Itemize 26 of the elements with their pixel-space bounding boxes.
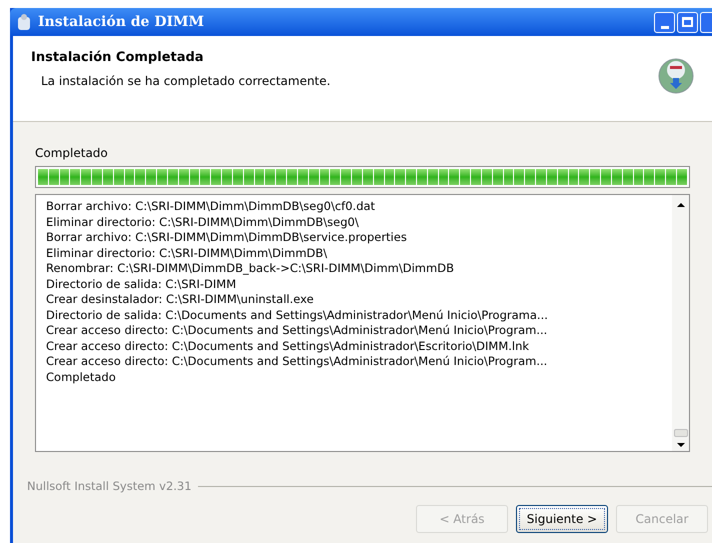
log-line: Crear acceso directo: C:\Documents and Settings\Administrador\Escritorio\DIMM.lnk xyxy=(46,338,530,354)
log-line: Crear acceso directo: C:\Documents and Settings\Administrador\Menú Inicio\Program... xyxy=(46,354,548,370)
scroll-thumb[interactable] xyxy=(674,429,688,437)
log-line: Directorio de salida: C:\SRI-DIMM xyxy=(46,276,238,292)
log-line: Crear desinstalador: C:\SRI-DIMM\uninstall.exe xyxy=(46,292,315,308)
install-disc-icon xyxy=(658,58,694,94)
log-line: Directorio de salida: C:\Documents and Settings\Administrador\Menú Inicio\Programa... xyxy=(46,308,549,323)
log-line: Eliminar directorio: C:\SRI-DIMM\Dimm\DimmDB\ xyxy=(46,246,328,261)
window-title: Instalación de DIMM xyxy=(38,12,204,32)
scrollbar[interactable] xyxy=(672,195,689,451)
scroll-up-icon[interactable] xyxy=(676,203,684,207)
log-line: Borrar archivo: C:\SRI-DIMM\Dimm\DimmDB\service.properties xyxy=(46,230,408,246)
progress-label: Completado xyxy=(35,145,109,162)
log-line: Borrar archivo: C:\SRI-DIMM\Dimm\DimmDB\seg0\cf0.dat xyxy=(46,199,376,214)
scroll-down-icon[interactable] xyxy=(676,443,684,447)
installer-icon xyxy=(16,13,32,31)
header-subtitle: La instalación se ha completado correctamente. xyxy=(41,72,330,90)
minimize-button[interactable] xyxy=(654,12,675,32)
log-line: Renombrar: C:\SRI-DIMM\DimmDB_back->C:\SRI-DIMM\Dimm\DimmDB xyxy=(46,261,455,276)
header-title: Instalación Completada xyxy=(31,49,205,67)
branding-label: Nullsoft Install System v2.31 xyxy=(27,478,192,495)
log-line: Completado xyxy=(46,370,117,385)
dialog-button[interactable]: Siguiente > xyxy=(516,505,608,534)
log-line: Eliminar directorio: C:\SRI-DIMM\Dimm\DimmDB\seg0\ xyxy=(46,214,360,230)
log-line: Crear acceso directo: C:\Documents and Settings\Administrador\Menú Inicio\Program... xyxy=(46,323,548,338)
maximize-button[interactable] xyxy=(677,12,698,32)
